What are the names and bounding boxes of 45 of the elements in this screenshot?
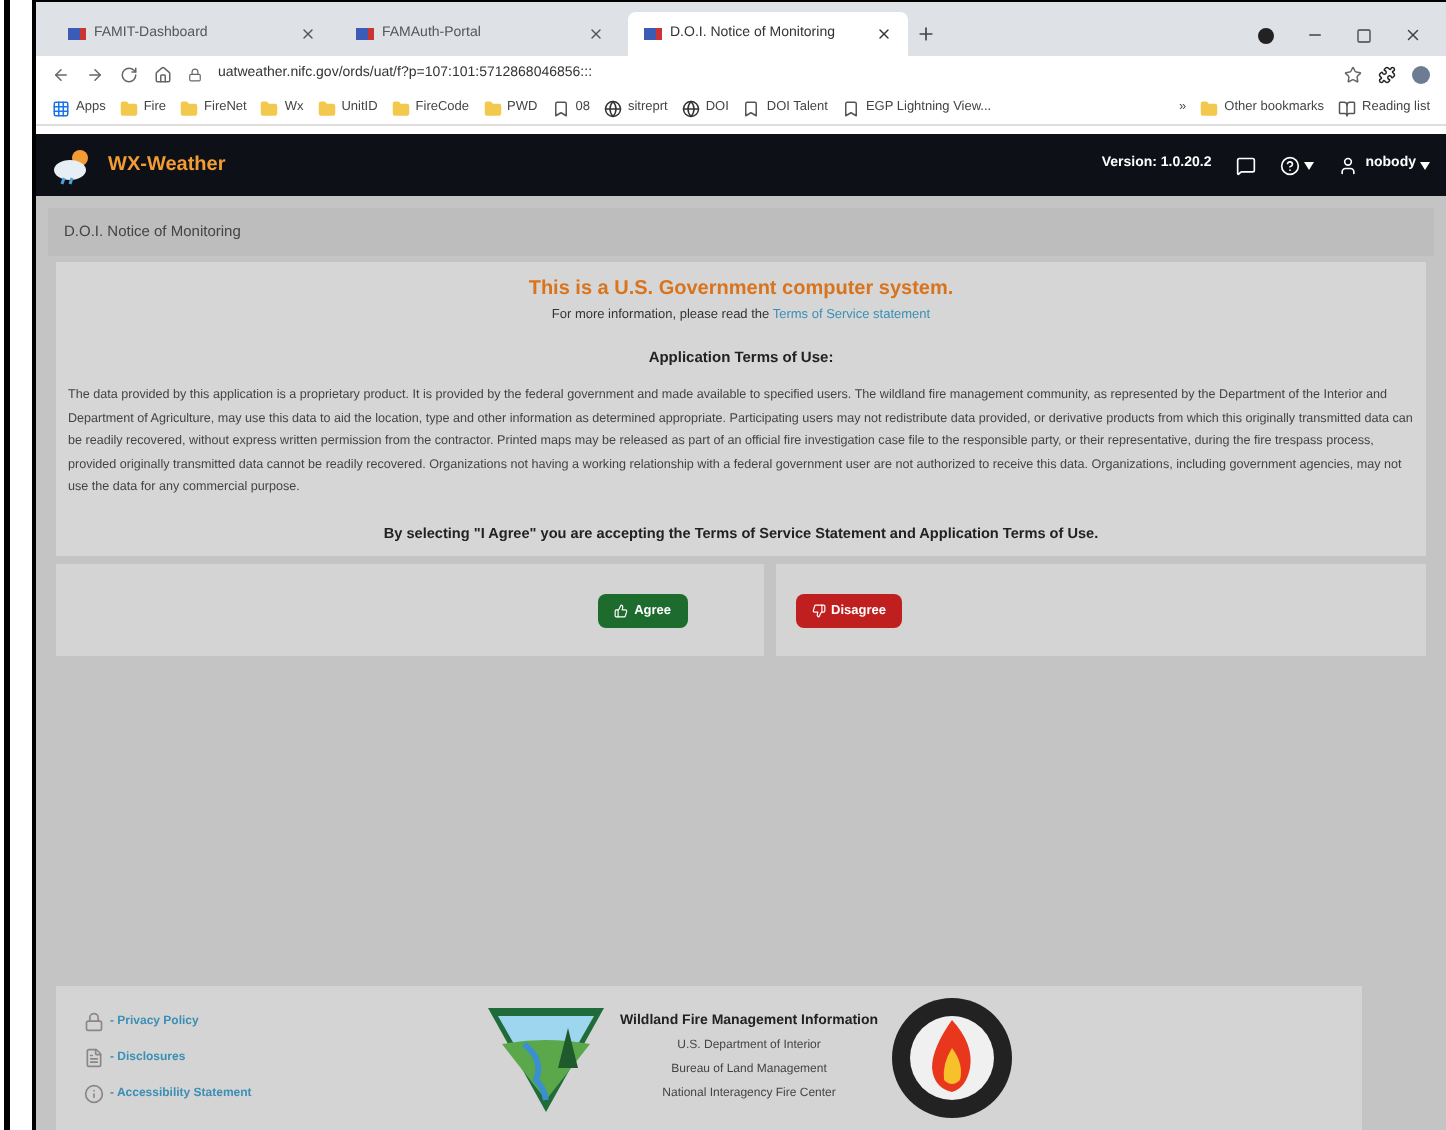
folder-icon: [391, 99, 410, 117]
folder-icon: [483, 99, 502, 117]
close-icon[interactable]: [588, 26, 604, 42]
folder-icon: [260, 99, 279, 117]
reading-list-icon: [1338, 99, 1357, 117]
app-name[interactable]: WX-Weather: [108, 150, 226, 180]
bookmark-icon: [551, 99, 570, 117]
extensions-icon[interactable]: [1378, 65, 1396, 83]
back-icon[interactable]: [52, 65, 70, 83]
home-icon[interactable]: [154, 65, 172, 83]
folder-icon: [119, 99, 138, 117]
flag-icon: [356, 28, 374, 40]
bookmark-icon: [841, 99, 860, 117]
info-icon: [84, 1084, 104, 1104]
thumbs-down-icon: [811, 603, 825, 618]
forward-icon[interactable]: [86, 65, 104, 83]
user-icon[interactable]: [1337, 155, 1358, 175]
government-heading: This is a U.S. Government computer system.: [528, 276, 954, 304]
apps-icon: [52, 99, 70, 117]
close-icon[interactable]: [876, 26, 892, 42]
maximize-icon[interactable]: [1356, 27, 1372, 43]
star-icon[interactable]: [1344, 65, 1362, 83]
lock-icon: [188, 67, 202, 81]
fire-emblem-icon: [890, 996, 1015, 1120]
globe-icon: [681, 99, 700, 117]
close-icon[interactable]: [300, 26, 316, 42]
new-tab-icon[interactable]: [916, 24, 936, 44]
caret-icon: [1420, 161, 1430, 169]
thumbs-up-icon: [614, 603, 629, 618]
avatar-icon[interactable]: [1412, 65, 1430, 83]
profile-icon[interactable]: [1258, 27, 1274, 43]
caret-icon: [1303, 161, 1314, 169]
lock-icon: [84, 1012, 104, 1032]
folder-icon: [317, 99, 336, 117]
folder-icon: [1200, 99, 1219, 117]
reload-icon[interactable]: [120, 65, 138, 83]
help-icon[interactable]: [1279, 155, 1300, 175]
bookmark-icon: [742, 99, 761, 117]
chat-icon[interactable]: [1235, 155, 1256, 175]
folder-icon: [180, 99, 199, 117]
globe-icon: [603, 99, 622, 117]
flag-icon: [644, 28, 662, 40]
flag-icon: [68, 28, 86, 40]
close-icon[interactable]: [1404, 26, 1422, 44]
document-icon: [84, 1048, 104, 1068]
